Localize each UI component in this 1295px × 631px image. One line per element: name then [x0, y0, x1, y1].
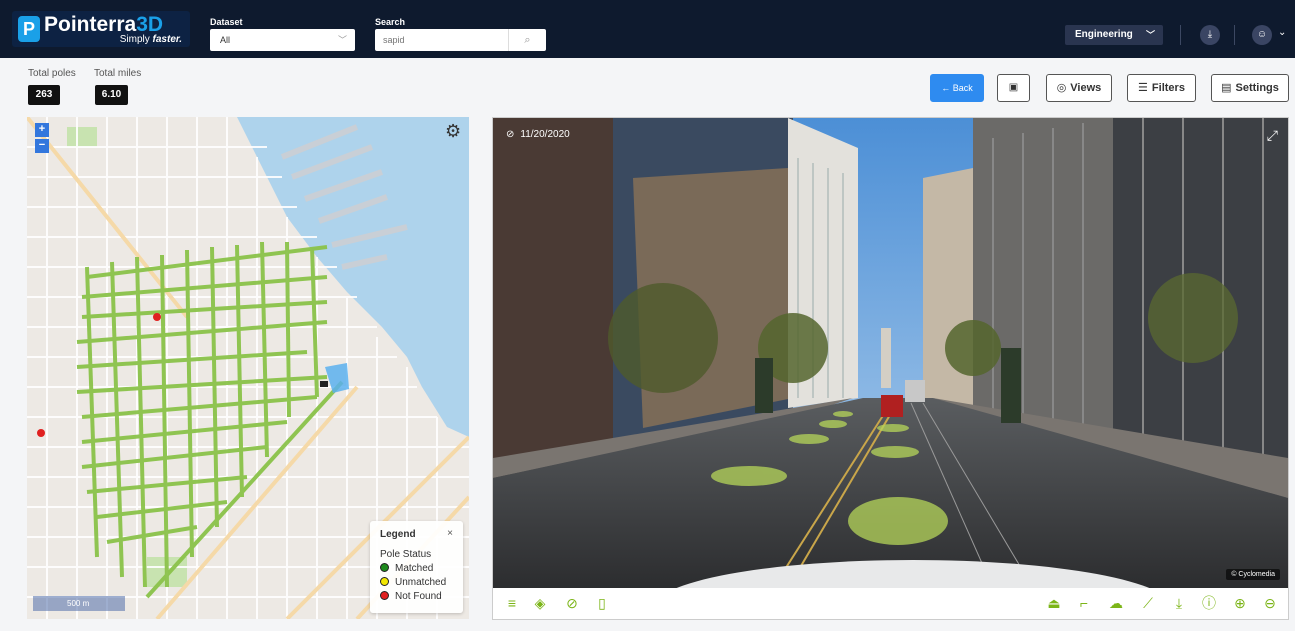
not-found-pole-marker[interactable]	[153, 313, 161, 321]
search-icon: ⌕	[524, 34, 531, 46]
settings-icon: ▤	[1221, 82, 1232, 94]
visibility-off-icon[interactable]: ⊘	[563, 595, 581, 611]
legend-item-label: Not Found	[395, 591, 442, 602]
tree	[1148, 273, 1238, 363]
zoom-out-icon[interactable]: ⊖	[1261, 595, 1279, 611]
settings-label: Settings	[1235, 82, 1279, 94]
views-button[interactable]: ◎ Views	[1046, 74, 1112, 102]
legend-item-label: Matched	[395, 563, 434, 574]
current-position-marker[interactable]	[320, 381, 328, 387]
download-icon[interactable]: ⤓	[1170, 595, 1188, 611]
menu-icon[interactable]: ≡	[503, 595, 521, 611]
zoom-out-button[interactable]: −	[35, 139, 49, 153]
tree	[945, 320, 1001, 376]
snapshot-button[interactable]: ▣	[997, 74, 1030, 102]
pointerra-logo[interactable]: P Pointerra3D Simply faster.	[12, 11, 190, 47]
filters-label: Filters	[1151, 82, 1185, 94]
image-icon: ▣	[1008, 82, 1019, 93]
legend-close-button[interactable]: ×	[447, 528, 453, 539]
eye-icon: ◎	[1056, 82, 1067, 94]
filter-icon: ☰	[1138, 82, 1148, 94]
kiosk	[1001, 348, 1021, 423]
role-value: Engineering	[1075, 29, 1133, 40]
not-found-pole-marker[interactable]	[37, 429, 45, 437]
annotation-icon[interactable]: ⌐	[1075, 595, 1093, 611]
zoom-in-icon[interactable]: ⊕	[1231, 595, 1249, 611]
logo-mark-icon: P	[18, 16, 40, 42]
chevron-down-icon: ﹀	[1145, 30, 1155, 40]
expand-icon[interactable]: ⤢	[1267, 127, 1278, 144]
map-legend: Legend × Pole Status Matched Unmatched N…	[370, 521, 463, 613]
legend-item-label: Unmatched	[395, 577, 447, 588]
legend-title: Legend	[380, 529, 416, 540]
calendar-icon: ⊘	[506, 129, 515, 140]
download-icon: ⤓	[1207, 29, 1213, 40]
back-button[interactable]: ← Back	[930, 74, 984, 102]
street-view-toolbar: ≡ ◈ ⊘ ▯ ⏏ ⌐ ☁ ⟋ ⤓ ⓘ ⊕ ⊖	[493, 588, 1288, 619]
upload-icon[interactable]: ⏏	[1045, 595, 1063, 611]
settings-button[interactable]: ▤ Settings	[1211, 74, 1289, 102]
tree	[608, 283, 718, 393]
legend-item-matched: Matched	[380, 563, 433, 574]
street-view-panel[interactable]: ⊘ 11/20/2020 ⤢ © Cyclomedia ≡ ◈ ⊘ ▯ ⏏ ⌐ ☁…	[492, 117, 1289, 620]
legend-subtitle: Pole Status	[380, 549, 432, 560]
info-icon[interactable]: ⓘ	[1200, 595, 1218, 611]
red-car	[881, 395, 903, 417]
unmatched-dot-icon	[380, 577, 389, 586]
selected-area[interactable]	[325, 363, 349, 393]
search-label: Search	[375, 17, 406, 27]
matched-dot-icon	[380, 563, 389, 572]
tagline-emphasis: faster.	[152, 34, 182, 45]
map-scale-bar: 500 m	[33, 596, 125, 611]
role-select[interactable]: Engineering ﹀	[1065, 25, 1163, 45]
total-miles-label: Total miles	[94, 68, 142, 79]
bus	[905, 380, 925, 402]
logo-tagline: Simply faster.	[120, 34, 182, 45]
download-button[interactable]: ⤓	[1200, 25, 1220, 45]
zoom-in-button[interactable]: +	[35, 123, 49, 137]
divider	[1180, 25, 1181, 45]
street-scene	[493, 118, 1288, 588]
total-miles-value: 6.10	[95, 85, 128, 105]
map-settings-gear-icon[interactable]: ⚙	[445, 121, 461, 142]
park	[67, 127, 97, 147]
dataset-value: All	[220, 35, 231, 45]
search-button[interactable]: ⌕	[508, 29, 546, 51]
tagline-prefix: Simply	[119, 34, 153, 45]
logo-accent: 3D	[136, 13, 164, 36]
total-poles-value: 263	[28, 85, 60, 105]
surveyed-network	[76, 241, 344, 599]
comment-icon[interactable]: ▯	[593, 595, 611, 611]
dataset-label: Dataset	[210, 17, 243, 27]
layers-icon[interactable]: ◈	[531, 595, 549, 611]
user-avatar-button[interactable]: ☺	[1252, 25, 1272, 45]
dataset-select[interactable]: All ﹀	[210, 29, 355, 51]
filters-button[interactable]: ☰ Filters	[1127, 74, 1196, 102]
clock-tower	[881, 328, 891, 388]
measure-icon[interactable]: ⟋	[1139, 595, 1157, 611]
kiosk	[755, 358, 773, 413]
total-poles-label: Total poles	[28, 68, 76, 79]
search-input[interactable]	[375, 29, 508, 51]
cloud-icon[interactable]: ☁	[1107, 595, 1125, 611]
user-icon: ☺	[1256, 29, 1268, 40]
image-credit: © Cyclomedia	[1226, 569, 1280, 580]
legend-item-unmatched: Unmatched	[380, 577, 446, 588]
capture-date-label: 11/20/2020	[520, 129, 570, 140]
chevron-down-icon[interactable]: ⌄	[1278, 27, 1286, 38]
capture-date: ⊘ 11/20/2020	[506, 129, 570, 140]
street-view-image[interactable]: ⊘ 11/20/2020 ⤢ © Cyclomedia	[493, 118, 1288, 588]
views-label: Views	[1070, 82, 1102, 94]
not-found-dot-icon	[380, 591, 389, 600]
search-box: ⌕	[375, 29, 546, 51]
divider	[1234, 25, 1235, 45]
chevron-down-icon: ﹀	[337, 35, 347, 45]
top-bar: P Pointerra3D Simply faster. Dataset All…	[0, 0, 1295, 58]
logo-name: Pointerra	[44, 13, 137, 36]
legend-item-not-found: Not Found	[380, 591, 442, 602]
